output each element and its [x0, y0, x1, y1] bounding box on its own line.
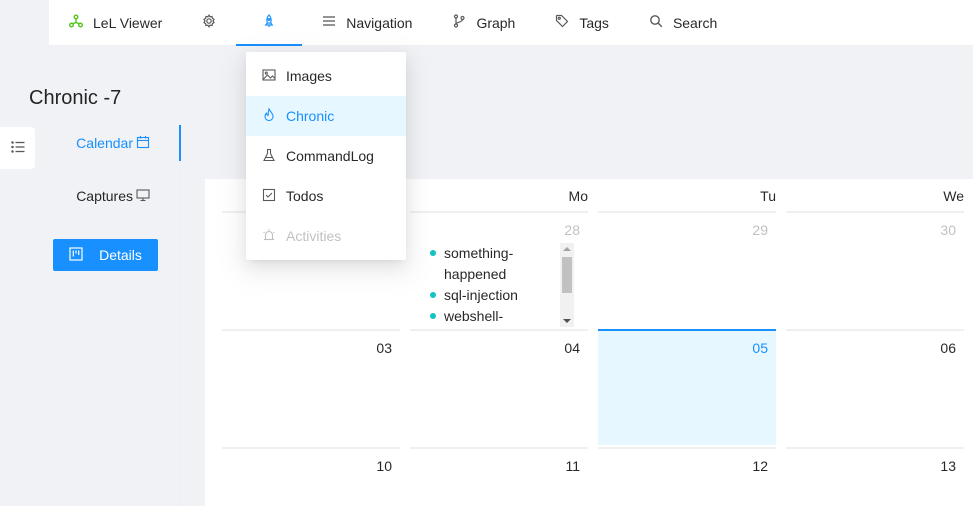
dropdown-item-label: CommandLog: [286, 148, 374, 164]
calendar-day-cell[interactable]: 30: [786, 211, 964, 327]
gear-icon: [202, 14, 216, 31]
menu-icon: [322, 14, 346, 31]
tags-icon: [555, 14, 579, 31]
nav-item-label: Search: [672, 14, 718, 31]
calendar-day-cell[interactable]: 06: [786, 329, 964, 445]
experiment-icon: [262, 148, 286, 165]
details-button-label: Details: [99, 247, 142, 263]
dropdown-item-chronic[interactable]: Chronic: [246, 96, 406, 136]
nav-item-search[interactable]: Search: [629, 0, 737, 45]
dropdown-item-activities[interactable]: Activities: [246, 216, 406, 256]
day-number: 05: [752, 340, 768, 356]
calendar-day-cell[interactable]: 12: [598, 447, 776, 506]
top-navigation: LeL Viewer Navigation Graph Tags Search: [49, 0, 973, 46]
nav-apps-dropdown[interactable]: [236, 0, 303, 46]
calendar-day-cell[interactable]: 28 something-happened sql-injection webs…: [410, 211, 588, 327]
event-list: something-happened sql-injection webshel…: [424, 243, 574, 327]
view-tabs: Calendar Captures: [35, 124, 181, 506]
scrollbar-thumb[interactable]: [562, 257, 572, 293]
day-number: 29: [752, 222, 768, 238]
event-label: webshell-: [444, 308, 504, 324]
event-item[interactable]: sql-injection: [424, 285, 554, 306]
graph-nodes-icon: [69, 14, 93, 31]
branch-icon: [452, 14, 476, 31]
dropdown-item-commandlog[interactable]: CommandLog: [246, 136, 406, 176]
nav-settings[interactable]: [182, 0, 236, 45]
nav-item-label: Graph: [476, 14, 516, 31]
alert-icon: [262, 228, 286, 245]
calendar-day-cell[interactable]: 11: [410, 447, 588, 506]
weekday-header: We: [786, 179, 964, 213]
search-icon: [649, 14, 673, 31]
dropdown-item-label: Images: [286, 68, 332, 84]
event-label: sql-injection: [444, 287, 518, 303]
day-number: 13: [940, 458, 956, 474]
calendar-day-cell[interactable]: 29: [598, 211, 776, 327]
calendar-day-cell[interactable]: 03: [222, 329, 400, 445]
day-number: 10: [376, 458, 392, 474]
apps-dropdown-menu: Images Chronic CommandLog Todos Activiti…: [246, 52, 406, 260]
tab-calendar[interactable]: Calendar: [34, 125, 181, 161]
event-list-scrollbar[interactable]: [560, 243, 574, 327]
scroll-down-icon[interactable]: [563, 319, 571, 323]
nav-item-navigation[interactable]: Navigation: [302, 0, 432, 45]
nav-brand[interactable]: LeL Viewer: [49, 0, 182, 45]
day-number: 12: [752, 458, 768, 474]
calendar-icon: [133, 135, 150, 152]
event-item[interactable]: webshell-: [424, 306, 554, 327]
list-icon: [10, 139, 26, 158]
details-button[interactable]: Details: [53, 239, 158, 271]
desktop-icon: [133, 188, 150, 205]
day-number: 06: [940, 340, 956, 356]
day-number: 30: [940, 222, 956, 238]
event-item[interactable]: something-happened: [424, 243, 554, 285]
calendar-day-cell-today[interactable]: 05: [598, 329, 776, 445]
event-label: something-happened: [444, 245, 514, 282]
calendar-day-cell[interactable]: 13: [786, 447, 964, 506]
weekday-header: Mo: [410, 179, 588, 213]
tab-label: Calendar: [76, 135, 133, 151]
image-icon: [262, 68, 286, 85]
tab-label: Captures: [76, 188, 133, 204]
nav-item-tags[interactable]: Tags: [535, 0, 629, 45]
day-number: 28: [564, 222, 580, 238]
day-number: 03: [376, 340, 392, 356]
project-icon: [69, 246, 99, 264]
page-title: Chronic -7: [29, 87, 122, 109]
weekday-header: Tu: [598, 179, 776, 213]
nav-item-label: Tags: [579, 14, 609, 31]
day-number: 11: [565, 458, 580, 474]
rocket-icon: [262, 14, 276, 31]
day-number: 04: [564, 340, 580, 356]
dropdown-item-todos[interactable]: Todos: [246, 176, 406, 216]
dropdown-item-label: Todos: [286, 188, 324, 204]
dropdown-item-label: Activities: [286, 228, 342, 244]
fire-icon: [262, 106, 286, 125]
nav-item-graph[interactable]: Graph: [432, 0, 535, 45]
left-strip: [0, 0, 49, 46]
scroll-up-icon[interactable]: [563, 247, 571, 251]
calendar-day-cell[interactable]: 10: [222, 447, 400, 506]
calendar-day-cell[interactable]: 04: [410, 329, 588, 445]
nav-brand-label: LeL Viewer: [93, 14, 163, 31]
tab-captures[interactable]: Captures: [34, 178, 180, 214]
dropdown-item-images[interactable]: Images: [246, 56, 406, 96]
sidebar-toggle-button[interactable]: [0, 127, 35, 169]
dropdown-item-label: Chronic: [286, 108, 335, 124]
nav-item-label: Navigation: [346, 14, 413, 31]
checkbox-icon: [262, 188, 286, 205]
